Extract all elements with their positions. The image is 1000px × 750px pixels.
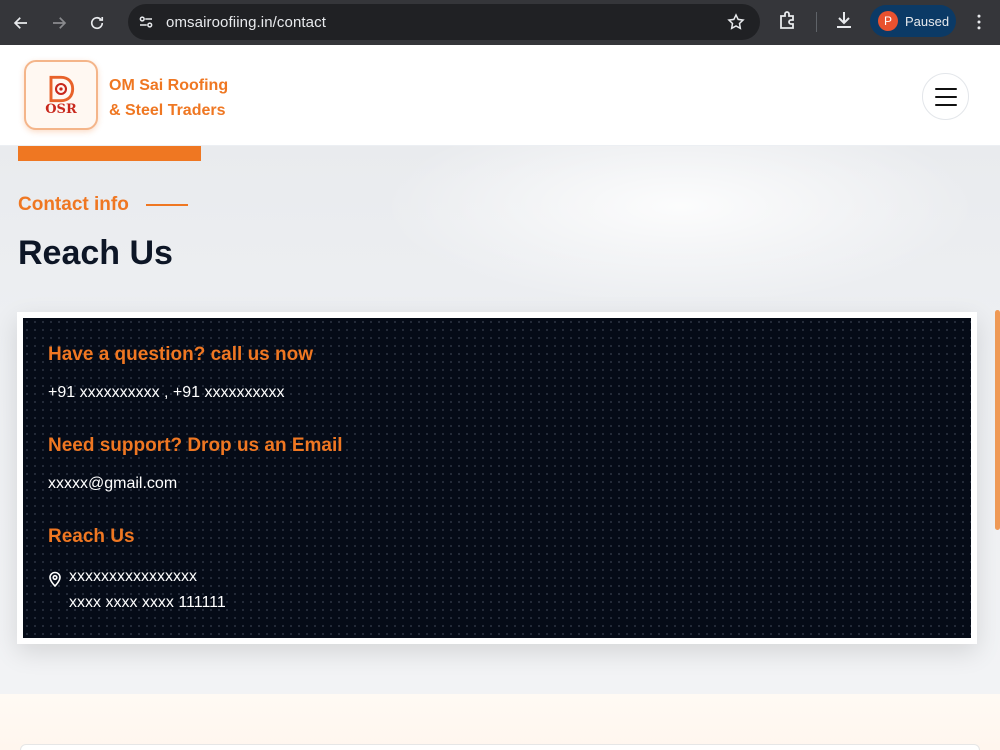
hamburger-line — [934, 87, 957, 90]
address-bar[interactable]: omsairoofiing.in/contact — [128, 4, 760, 40]
url-text[interactable]: omsairoofiing.in/contact — [166, 14, 326, 31]
hamburger-menu-button[interactable] — [922, 73, 969, 120]
contact-hero-section: Contact info Reach Us Have a question? c… — [0, 146, 1000, 694]
arrow-right-icon — [53, 16, 67, 29]
email-heading: Need support? Drop us an Email — [48, 435, 343, 456]
scrollbar-thumb[interactable] — [995, 310, 1000, 530]
extensions-button[interactable] — [776, 8, 802, 34]
address-line-2: xxxx xxxx xxxx 111111 — [69, 594, 226, 611]
site-header: OSR OM Sai Roofing & Steel Traders — [0, 45, 1000, 146]
phone-numbers[interactable]: +91 xxxxxxxxxx , +91 xxxxxxxxxx — [48, 384, 285, 402]
puzzle-icon — [780, 11, 794, 29]
kebab-menu-icon — [977, 14, 981, 30]
downloads-button[interactable] — [832, 8, 858, 34]
section-eyebrow: Contact info — [18, 194, 188, 216]
brand-name[interactable]: OM Sai Roofing & Steel Traders — [109, 73, 228, 123]
brand-line-2: & Steel Traders — [109, 102, 226, 119]
reload-icon — [90, 16, 104, 29]
phone-heading: Have a question? call us now — [48, 344, 314, 365]
email-link[interactable]: xxxxx@gmail.com — [48, 475, 177, 493]
address-heading: Reach Us — [48, 526, 135, 547]
arrow-left-icon — [13, 16, 27, 29]
accent-bar — [18, 146, 201, 161]
address-line-1: xxxxxxxxxxxxxxxx — [69, 568, 197, 585]
browser-toolbar: omsairoofiing.in/contact P Paused — [0, 0, 1000, 45]
download-icon — [837, 12, 851, 28]
back-button[interactable] — [4, 6, 38, 40]
location-pin-icon — [48, 571, 62, 588]
forward-button[interactable] — [42, 6, 76, 40]
hamburger-line — [934, 95, 957, 98]
eyebrow-text: Contact info — [18, 194, 129, 215]
next-section — [0, 694, 1000, 750]
brand-line-1: OM Sai Roofing — [109, 77, 229, 94]
next-section-card — [20, 744, 980, 750]
toolbar-divider — [816, 12, 817, 32]
profile-button[interactable]: P Paused — [870, 5, 956, 37]
eyebrow-divider — [145, 204, 188, 206]
site-settings-icon[interactable] — [136, 12, 156, 32]
avatar: P — [878, 11, 898, 31]
logo-text: OSR — [45, 101, 77, 117]
logo-emblem-icon — [49, 75, 75, 102]
browser-menu-button[interactable] — [968, 10, 990, 34]
page-title: Reach Us — [18, 234, 173, 272]
contact-card: Have a question? call us now +91 xxxxxxx… — [17, 312, 977, 644]
hamburger-line — [934, 103, 957, 106]
reload-button[interactable] — [80, 6, 114, 40]
contact-panel: Have a question? call us now +91 xxxxxxx… — [23, 318, 971, 638]
profile-status: Paused — [905, 13, 950, 29]
bookmark-star-icon[interactable] — [726, 12, 746, 32]
background-glow — [380, 146, 980, 306]
site-logo[interactable]: OSR — [24, 60, 98, 130]
